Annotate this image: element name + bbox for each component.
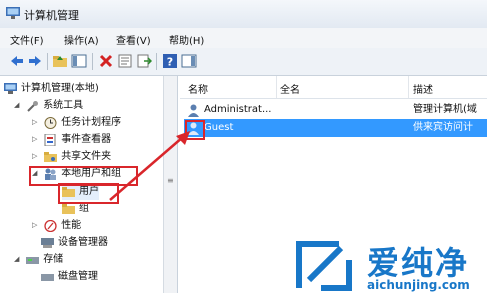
watermark-logo-icon bbox=[296, 241, 352, 291]
watermark: 爱纯净 aichunjing.com bbox=[291, 236, 487, 293]
watermark-url: aichunjing.com bbox=[367, 278, 470, 292]
